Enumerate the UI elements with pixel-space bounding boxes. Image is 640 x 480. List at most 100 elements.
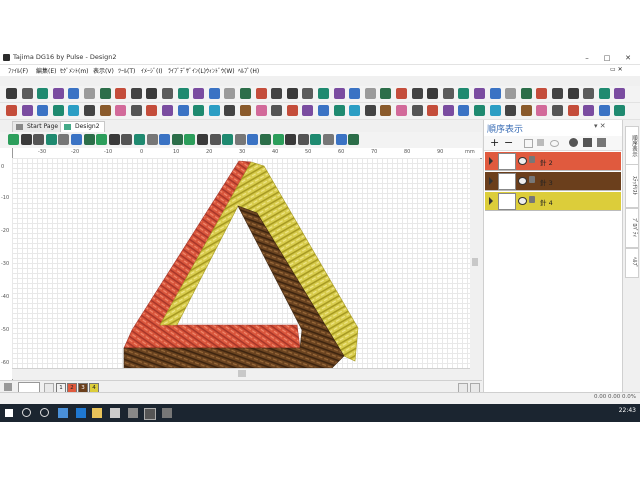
tool-button-icon[interactable] xyxy=(45,134,57,145)
tool-button-icon[interactable] xyxy=(222,134,234,145)
tool-button-icon[interactable] xyxy=(52,105,64,116)
menu-view[interactable]: 表示(V) xyxy=(93,66,114,75)
tool-button-icon[interactable] xyxy=(146,134,158,145)
side-tab[interactable]: ﾌﾟﾛﾊﾟﾃｨ xyxy=(625,208,639,248)
tool-button-icon[interactable] xyxy=(285,134,297,145)
tool-button-icon[interactable] xyxy=(68,88,80,99)
tool-button-icon[interactable] xyxy=(583,88,595,99)
tool-button-icon[interactable] xyxy=(396,88,407,99)
tool-button-icon[interactable] xyxy=(335,134,347,145)
tajima-taskbar-icon[interactable] xyxy=(144,408,156,420)
tool-button-icon[interactable] xyxy=(271,88,283,99)
expand-arrow-icon[interactable] xyxy=(489,197,493,205)
tool-button-icon[interactable] xyxy=(302,88,314,99)
tool-button-icon[interactable] xyxy=(171,134,183,145)
sequence-row[interactable]: 針 3 xyxy=(485,172,621,191)
tool-button-icon[interactable] xyxy=(71,134,82,145)
tool-button-icon[interactable] xyxy=(209,134,221,145)
copy-icon[interactable] xyxy=(524,139,533,148)
tool-button-icon[interactable] xyxy=(396,105,407,116)
tool-button-icon[interactable] xyxy=(234,134,246,145)
close-button[interactable]: ✕ xyxy=(621,53,635,63)
remove-icon[interactable]: − xyxy=(504,136,513,149)
tool-button-icon[interactable] xyxy=(458,105,470,116)
tool-button-icon[interactable] xyxy=(318,105,329,116)
expand-arrow-icon[interactable] xyxy=(489,157,493,165)
tool-button-icon[interactable] xyxy=(146,88,158,99)
app-icon[interactable] xyxy=(162,408,172,418)
app-icon[interactable] xyxy=(128,408,138,418)
tool-button-icon[interactable] xyxy=(333,105,345,116)
menu-restore-icon[interactable]: ▭ ✕ xyxy=(610,66,623,73)
tab-start-page[interactable]: Start Page xyxy=(12,121,64,132)
tool-button-icon[interactable] xyxy=(427,88,439,99)
tool-button-icon[interactable] xyxy=(99,105,111,116)
tool-button-icon[interactable] xyxy=(297,134,309,145)
tool-button-icon[interactable] xyxy=(146,105,158,116)
tool-button-icon[interactable] xyxy=(84,105,95,116)
menu-file[interactable]: ﾌｧｲﾙ(F) xyxy=(8,66,28,75)
add-icon[interactable]: + xyxy=(490,136,499,149)
tool-button-icon[interactable] xyxy=(184,134,196,145)
visibility-eye-icon[interactable] xyxy=(518,177,527,185)
tool-button-icon[interactable] xyxy=(260,134,271,145)
tool-button-icon[interactable] xyxy=(130,88,142,99)
tool-button-icon[interactable] xyxy=(333,88,345,99)
tool-button-icon[interactable] xyxy=(442,88,454,99)
tool-button-icon[interactable] xyxy=(68,105,80,116)
tool-button-icon[interactable] xyxy=(130,105,142,116)
tool-button-icon[interactable] xyxy=(364,88,376,99)
tool-button-icon[interactable] xyxy=(8,134,19,145)
visibility-eye-icon[interactable] xyxy=(518,197,527,205)
menu-segment[interactable]: ｾｸﾞﾒﾝﾄ(m) xyxy=(60,66,89,75)
tool-button-icon[interactable] xyxy=(458,88,470,99)
tool-button-icon[interactable] xyxy=(121,134,133,145)
tool-button-icon[interactable] xyxy=(197,134,208,145)
tool-button-icon[interactable] xyxy=(411,105,423,116)
view-toggle-icon[interactable] xyxy=(583,138,592,147)
lock-icon[interactable] xyxy=(529,176,535,183)
tool-button-icon[interactable] xyxy=(286,105,298,116)
tool-button-icon[interactable] xyxy=(474,105,485,116)
tool-button-icon[interactable] xyxy=(6,88,17,99)
tool-button-icon[interactable] xyxy=(598,88,610,99)
menu-tools[interactable]: ﾂｰﾙ(T) xyxy=(118,66,135,75)
tool-button-icon[interactable] xyxy=(177,88,189,99)
tool-button-icon[interactable] xyxy=(247,134,259,145)
tool-button-icon[interactable] xyxy=(505,105,517,116)
tool-button-icon[interactable] xyxy=(6,105,17,116)
tab-design2[interactable]: Design2 xyxy=(60,121,105,132)
menu-help[interactable]: ﾍﾙﾌﾟ(H) xyxy=(238,66,259,75)
side-tab[interactable]: ﾍﾙﾌﾟ xyxy=(625,248,639,278)
panel-controls-icon[interactable]: ▾ ✕ xyxy=(594,122,606,130)
tool-button-icon[interactable] xyxy=(302,105,314,116)
tool-button-icon[interactable] xyxy=(583,105,595,116)
tool-button-icon[interactable] xyxy=(520,88,532,99)
settings-icon[interactable] xyxy=(597,138,606,147)
tool-button-icon[interactable] xyxy=(348,134,360,145)
eye-icon[interactable] xyxy=(550,140,559,147)
tool-button-icon[interactable] xyxy=(411,88,423,99)
tool-button-icon[interactable] xyxy=(240,105,251,116)
maximize-button[interactable]: □ xyxy=(600,53,614,63)
sequence-row[interactable]: 針 2 xyxy=(485,152,621,171)
tool-button-icon[interactable] xyxy=(177,105,189,116)
tool-button-icon[interactable] xyxy=(442,105,454,116)
folder-icon[interactable] xyxy=(92,408,102,418)
tool-button-icon[interactable] xyxy=(286,88,298,99)
tool-button-icon[interactable] xyxy=(33,134,45,145)
scroll-thumb[interactable] xyxy=(238,370,246,377)
horizontal-scrollbar[interactable] xyxy=(12,368,470,379)
tool-button-icon[interactable] xyxy=(255,105,267,116)
tool-button-icon[interactable] xyxy=(115,105,127,116)
tool-button-icon[interactable] xyxy=(427,105,439,116)
menu-live-design[interactable]: ﾗｲﾌﾞﾃﾞｻﾞｲﾝ(L) xyxy=(168,66,206,75)
tool-button-icon[interactable] xyxy=(552,105,563,116)
tool-button-icon[interactable] xyxy=(349,105,361,116)
browser-icon[interactable] xyxy=(76,408,86,418)
tool-button-icon[interactable] xyxy=(364,105,376,116)
tool-button-icon[interactable] xyxy=(489,105,501,116)
lock-icon[interactable] xyxy=(529,196,535,203)
tool-button-icon[interactable] xyxy=(614,88,626,99)
tool-button-icon[interactable] xyxy=(520,105,532,116)
